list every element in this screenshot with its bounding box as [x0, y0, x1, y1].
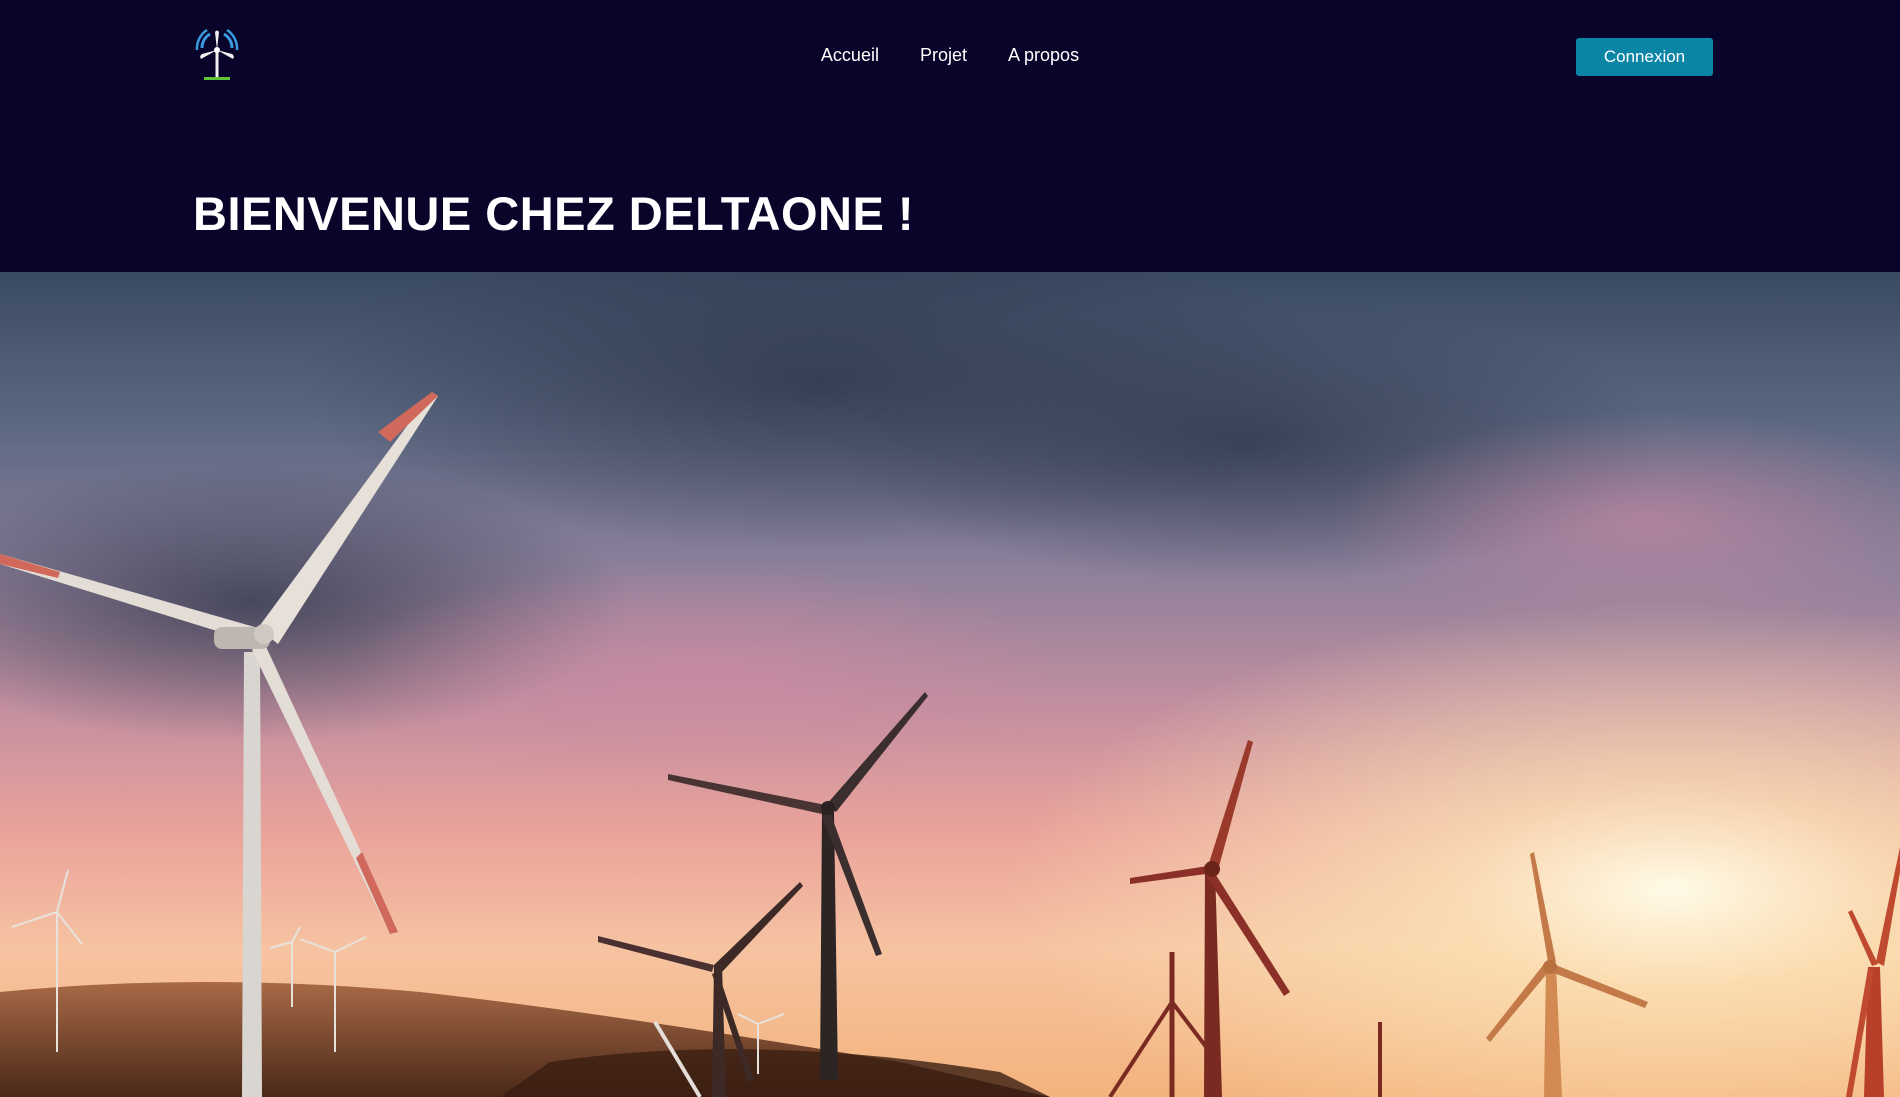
nav-link-a-propos[interactable]: A propos: [1008, 45, 1079, 66]
navbar: Accueil Projet A propos Connexion: [0, 0, 1900, 115]
page-title: BIENVENUE CHEZ DELTAONE !: [193, 187, 915, 240]
wind-farm-sunset-image: [0, 272, 1900, 1097]
hero-image: [0, 272, 1900, 1097]
page: Accueil Projet A propos Connexion BIENVE…: [0, 0, 1900, 1097]
nav-link-projet[interactable]: Projet: [920, 45, 967, 66]
login-button[interactable]: Connexion: [1576, 38, 1713, 76]
nav-link-accueil[interactable]: Accueil: [821, 45, 879, 66]
